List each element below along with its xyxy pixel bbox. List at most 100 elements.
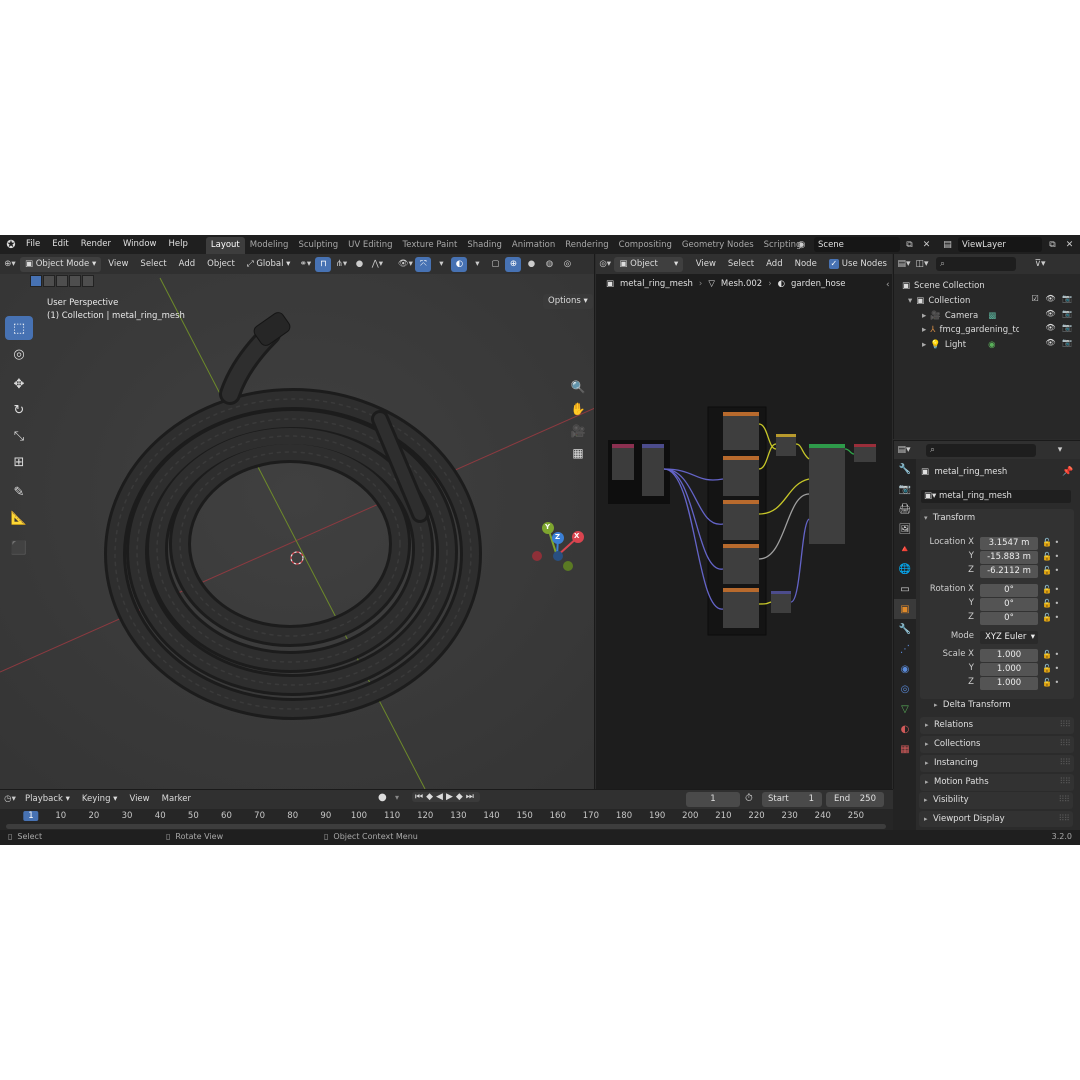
delta-transform-subpanel[interactable]: ▸ Delta Transform	[934, 700, 1011, 710]
gizmo-x-label[interactable]: X	[574, 532, 579, 540]
orientation-dropdown[interactable]: ⤢ Global ▾	[242, 257, 296, 272]
record-dropdown-icon[interactable]: ▾	[395, 793, 399, 802]
tl-menu-playback[interactable]: Playback ▾	[20, 792, 75, 807]
new-view-layer-icon[interactable]: ⧉	[1046, 238, 1059, 251]
location-y-field[interactable]: -15.883 m	[980, 551, 1038, 564]
jump-end-icon[interactable]: ⏭	[466, 792, 477, 802]
camera-visibility-icons[interactable]: 👁 📷	[1045, 309, 1074, 318]
scale-y-field[interactable]: 1.000	[980, 663, 1038, 676]
pin-icon[interactable]: 📌	[1062, 467, 1073, 477]
xray-icon[interactable]: ▢	[487, 257, 503, 272]
light-data-icon[interactable]: ◉	[988, 338, 995, 352]
ortho-grid-icon[interactable]: ▦	[568, 443, 588, 463]
tl-menu-keying[interactable]: Keying ▾	[77, 792, 123, 807]
select-subtract-icon[interactable]	[56, 275, 68, 287]
timeline-scrollbar[interactable]	[6, 824, 886, 829]
measure-tool-icon[interactable]: 📐	[5, 506, 33, 530]
tab-shading[interactable]: Shading	[462, 237, 507, 254]
play-icon[interactable]: ▶	[446, 792, 456, 802]
gizmo-icon[interactable]: ⤧	[415, 256, 432, 272]
sidebar-toggle-icon[interactable]: ‹	[886, 280, 890, 290]
outliner-item-tool[interactable]: ▸ ⅄fmcg_gardening_tool	[922, 323, 1019, 337]
expand-arrow-icon[interactable]: ▸	[924, 792, 928, 809]
expand-arrow-icon[interactable]: ▸	[925, 774, 929, 791]
tl-menu-view[interactable]: View	[124, 792, 154, 807]
collection-row[interactable]: ▾ ▣ Collection	[908, 294, 970, 308]
next-keyframe-icon[interactable]: ◆	[456, 792, 466, 802]
lock-rotation-y-icon[interactable]: 🔓 •	[1042, 599, 1059, 608]
preview-range-icon[interactable]: ⏱	[745, 793, 753, 804]
node-editor-type-icon[interactable]: ◎▾	[598, 257, 612, 272]
material-tab-icon[interactable]: ◐	[894, 719, 916, 739]
ne-menu-select[interactable]: Select	[723, 257, 759, 272]
data-tab-icon[interactable]: ▽	[894, 699, 916, 719]
shader-node-editor[interactable]: ◎▾ ▣ Object ▾ View Select Add Node ✓ Use …	[596, 254, 892, 789]
rotation-mode-dropdown[interactable]: XYZ Euler ▾	[980, 631, 1038, 644]
rotation-z-field[interactable]: 0°	[980, 612, 1038, 625]
menu-select[interactable]: Select	[135, 257, 171, 272]
add-cube-tool-icon[interactable]: ⬛	[5, 536, 33, 560]
breadcrumb-object[interactable]: metal_ring_mesh	[620, 279, 693, 289]
outliner-item-camera[interactable]: ▸ 🎥 Camera ▩	[922, 309, 996, 323]
menu-edit[interactable]: Edit	[46, 235, 74, 254]
scene-tab-icon[interactable]: 🔺	[894, 539, 916, 559]
motion-paths-panel[interactable]: ▸ Motion Paths ⠿⠿	[920, 774, 1074, 791]
options-dropdown[interactable]: Options ▾	[543, 294, 593, 309]
camera-view-icon[interactable]: 🎥	[568, 421, 588, 441]
tab-rendering[interactable]: Rendering	[560, 237, 613, 254]
shader-type-dropdown[interactable]: ▣ Object ▾	[614, 256, 684, 272]
scene-collection-row[interactable]: ▣ Scene Collection	[902, 279, 985, 293]
properties-search-input[interactable]: ⌕	[926, 443, 1036, 457]
overlay-icon[interactable]: ◐	[451, 256, 468, 272]
menu-render[interactable]: Render	[75, 235, 117, 254]
expand-arrow-icon[interactable]: ▸	[922, 338, 926, 352]
prev-keyframe-icon[interactable]: ◆	[426, 792, 436, 802]
select-extend-icon[interactable]	[43, 275, 55, 287]
delete-scene-icon[interactable]: ✕	[920, 238, 933, 251]
snap-icon[interactable]: ⊓	[315, 256, 332, 272]
rotation-y-field[interactable]: 0°	[980, 598, 1038, 611]
light-visibility-icons[interactable]: 👁 📷	[1045, 338, 1074, 347]
pivot-icon[interactable]: ⚭▾	[297, 257, 313, 272]
tab-uv-editing[interactable]: UV Editing	[343, 237, 397, 254]
viewport-display-panel[interactable]: ▸ Viewport Display ⠿⠿	[919, 811, 1073, 827]
tab-compositing[interactable]: Compositing	[614, 237, 677, 254]
lock-location-y-icon[interactable]: 🔓 •	[1042, 552, 1059, 561]
collapse-arrow-icon[interactable]: ▾	[924, 514, 928, 522]
menu-add[interactable]: Add	[174, 257, 200, 272]
properties-type-icon[interactable]: ▤▾	[896, 443, 912, 458]
location-x-field[interactable]: 3.1547 m	[980, 537, 1038, 550]
tab-geometry-nodes[interactable]: Geometry Nodes	[677, 237, 759, 254]
gizmo-y-label[interactable]: Y	[545, 523, 550, 531]
relations-panel[interactable]: ▸ Relations ⠿⠿	[920, 717, 1074, 734]
select-new-icon[interactable]	[30, 275, 42, 287]
select-intersect-icon[interactable]	[82, 275, 94, 287]
blender-logo-icon[interactable]: ✪	[2, 235, 20, 254]
zoom-icon[interactable]: 🔍	[568, 377, 588, 397]
collection-visibility-icons[interactable]: ☑ 👁 📷	[1032, 294, 1074, 303]
falloff-icon[interactable]: ⋀▾	[369, 257, 385, 272]
view-layer-tab-icon[interactable]: 🖼	[894, 519, 916, 539]
drag-grip-icon[interactable]: ⠿⠿	[1060, 755, 1071, 772]
pan-hand-icon[interactable]: ✋	[568, 399, 588, 419]
rendered-shading-icon[interactable]: ◎	[559, 257, 575, 272]
gizmo-z-label[interactable]: Z	[555, 533, 560, 541]
world-tab-icon[interactable]: 🌐	[894, 559, 916, 579]
annotate-tool-icon[interactable]: ✎	[5, 480, 33, 504]
drag-grip-icon[interactable]: ⠿⠿	[1060, 736, 1071, 753]
lock-location-x-icon[interactable]: 🔓 •	[1042, 538, 1059, 547]
record-icon[interactable]: ●	[378, 792, 387, 803]
tab-layout[interactable]: Layout	[205, 237, 245, 254]
tab-animation[interactable]: Animation	[507, 237, 560, 254]
expand-arrow-icon[interactable]: ▸	[924, 811, 928, 827]
constraints-tab-icon[interactable]: ◎	[894, 679, 916, 699]
breadcrumb-mesh[interactable]: Mesh.002	[721, 279, 762, 289]
viewport-scene[interactable]	[0, 254, 595, 789]
transform-tool-icon[interactable]: ⊞	[5, 450, 33, 474]
use-nodes-toggle[interactable]: ✓ Use Nodes	[824, 257, 892, 272]
select-invert-icon[interactable]	[69, 275, 81, 287]
material-shading-icon[interactable]: ◍	[541, 257, 557, 272]
lock-location-z-icon[interactable]: 🔓 •	[1042, 566, 1059, 575]
view-layer-field[interactable]: ViewLayer	[958, 237, 1042, 252]
object-name-input[interactable]: ▣▾ metal_ring_mesh	[921, 490, 1071, 503]
